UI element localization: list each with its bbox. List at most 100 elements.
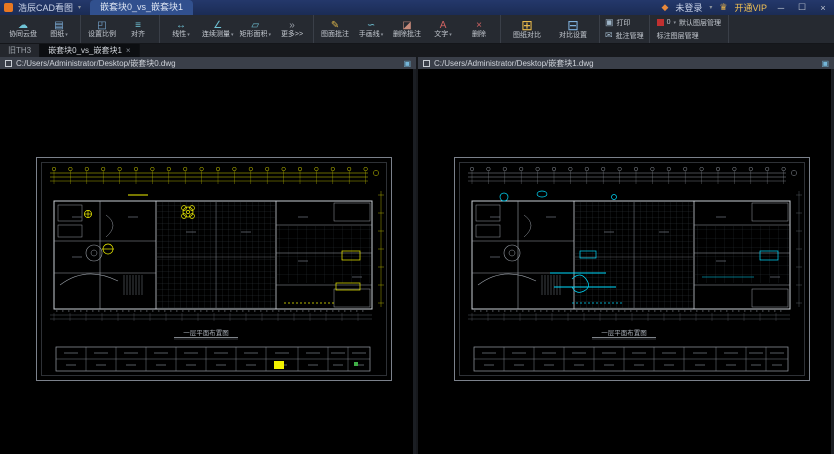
toolbar-button-label: 图面批注 bbox=[321, 31, 349, 39]
caret-down-icon: ▾ bbox=[65, 31, 68, 39]
default-layer-selector[interactable]: 0▾默认图层管理 bbox=[657, 18, 721, 28]
toolbar-button-measure[interactable]: ∠连续测量▾ bbox=[199, 15, 237, 43]
toolbar-group: ☁协同云盘▤图纸▾ bbox=[2, 15, 81, 43]
toolbar-button-text[interactable]: A文字▾ bbox=[425, 15, 461, 43]
toolbar-button-more[interactable]: »更多>> bbox=[274, 15, 310, 43]
text-icon: A bbox=[440, 20, 447, 31]
erase-icon: ◪ bbox=[402, 20, 411, 31]
open-vip-button[interactable]: 开通VIP bbox=[734, 1, 767, 14]
left-file-path: C:/Users/Administrator/Desktop/嵌套块0.dwg bbox=[16, 58, 176, 69]
minimize-button[interactable]: ─ bbox=[774, 3, 788, 13]
main-toolbar: ☁协同云盘▤图纸▾◰设置比例≡对齐↔线性▾∠连续测量▾▱矩形面积▾»更多>>✎图… bbox=[0, 15, 834, 44]
toolbar-button-label: 设置比例 bbox=[88, 31, 116, 39]
toolbar-button-cloud[interactable]: ☁协同云盘 bbox=[5, 15, 41, 43]
document-tab[interactable]: 旧TH3 bbox=[0, 44, 40, 57]
caret-down-icon: ▾ bbox=[269, 31, 272, 39]
login-label[interactable]: 未登录 bbox=[675, 1, 702, 14]
layer-manage-group: 0▾默认图层管理标注图层管理 bbox=[650, 15, 729, 43]
linear-dim-icon: ↔ bbox=[176, 20, 186, 31]
toolbar-button-scale[interactable]: ◰设置比例 bbox=[84, 15, 120, 43]
toolbar-button-label: 删除批注 bbox=[393, 31, 421, 39]
promo-icon[interactable]: ◆ bbox=[661, 2, 668, 13]
left-floor-plan: 一层平面布置图 bbox=[36, 157, 392, 381]
app-menu-caret[interactable]: ▾ bbox=[78, 4, 81, 11]
layer-number: 0 bbox=[667, 19, 671, 26]
vip-crown-icon: ♛ bbox=[719, 2, 727, 13]
panel-detach-icon[interactable]: ▣ bbox=[403, 59, 411, 68]
align-icon: ≡ bbox=[135, 20, 141, 31]
left-drawing-canvas[interactable]: 一层平面布置图 bbox=[0, 69, 416, 454]
floor-plan-drawing: 一层平面布置图 bbox=[454, 157, 810, 381]
close-button[interactable]: × bbox=[816, 3, 830, 13]
toolbar-button-label: 更多>> bbox=[281, 31, 303, 39]
titlebar-right: ◆ 未登录 ▾ ♛ 开通VIP ─ ☐ × bbox=[661, 1, 830, 14]
toolbar-button-label: 线性▾ bbox=[172, 31, 190, 39]
scale-icon: ◰ bbox=[97, 20, 106, 31]
caret-down-icon: ▾ bbox=[231, 31, 234, 39]
delete-icon: × bbox=[476, 20, 482, 31]
document-tabbar: 旧TH3 嵌套块0_vs_嵌套块1× bbox=[0, 44, 834, 57]
annotation-layer-manage[interactable]: 标注图层管理 bbox=[657, 31, 721, 41]
toolbar-button-label: 手画线▾ bbox=[359, 31, 384, 39]
toolbar-small-button-print[interactable]: ▣打印 bbox=[605, 18, 644, 28]
toolbar-button-delete[interactable]: ×删除 bbox=[461, 15, 497, 43]
panel-detach-icon[interactable]: ▣ bbox=[821, 59, 829, 68]
toolbar-group: ◰设置比例≡对齐 bbox=[81, 15, 160, 43]
notes-icon: ✉ bbox=[605, 31, 613, 40]
close-tab-icon[interactable]: × bbox=[126, 46, 131, 55]
default-layer-manage-label: 默认图层管理 bbox=[679, 18, 721, 28]
toolbar-button-annotate[interactable]: ✎图面批注 bbox=[317, 15, 353, 43]
app-logo-icon bbox=[4, 3, 13, 12]
caret-down-icon: ▾ bbox=[449, 31, 452, 39]
right-file-path: C:/Users/Administrator/Desktop/嵌套块1.dwg bbox=[434, 58, 594, 69]
toolbar-group: ↔线性▾∠连续测量▾▱矩形面积▾»更多>> bbox=[160, 15, 314, 43]
layer-color-swatch bbox=[657, 19, 664, 26]
login-caret[interactable]: ▾ bbox=[709, 4, 712, 11]
annotate-icon: ✎ bbox=[331, 20, 339, 31]
caret-down-icon: ▾ bbox=[673, 20, 676, 26]
cloud-icon: ☁ bbox=[18, 20, 28, 31]
toolbar-group: ⊞图纸对比⊟对比设置 bbox=[501, 15, 600, 43]
more-icon: » bbox=[289, 20, 295, 31]
compare-panels: C:/Users/Administrator/Desktop/嵌套块0.dwg … bbox=[0, 57, 834, 454]
toolbar-group: ▣打印 ✉批注管理 bbox=[600, 15, 650, 43]
toolbar-button-area[interactable]: ▱矩形面积▾ bbox=[237, 15, 275, 43]
toolbar-button-freehand[interactable]: ∽手画线▾ bbox=[353, 15, 389, 43]
document-tab-label: 旧TH3 bbox=[8, 45, 31, 56]
dwg-file-icon bbox=[423, 60, 430, 67]
maximize-button[interactable]: ☐ bbox=[795, 2, 809, 13]
caret-down-icon: ▾ bbox=[381, 31, 384, 39]
left-panel-header: C:/Users/Administrator/Desktop/嵌套块0.dwg … bbox=[0, 57, 416, 69]
svg-text:一层平面布置图: 一层平面布置图 bbox=[183, 328, 229, 337]
print-icon: ▣ bbox=[605, 18, 614, 27]
right-drawing-canvas[interactable]: 一层平面布置图 bbox=[418, 69, 834, 454]
toolbar-button-linear-dim[interactable]: ↔线性▾ bbox=[163, 15, 199, 43]
toolbar-button-sheet[interactable]: ▤图纸▾ bbox=[41, 15, 77, 43]
toolbar-button-label: 协同云盘 bbox=[9, 31, 37, 39]
compare-icon: ⊞ bbox=[521, 19, 533, 32]
toolbar-button-align[interactable]: ≡对齐 bbox=[120, 15, 156, 43]
caret-down-icon: ▾ bbox=[187, 31, 190, 39]
app-name: 浩辰CAD看图 bbox=[18, 1, 73, 14]
toolbar-button-compare-settings[interactable]: ⊟对比设置 bbox=[550, 15, 596, 43]
document-tab[interactable]: 嵌套块0_vs_嵌套块1× bbox=[40, 44, 139, 57]
toolbar-small-button-label: 批注管理 bbox=[616, 31, 644, 41]
toolbar-button-label: 文字▾ bbox=[434, 31, 452, 39]
area-icon: ▱ bbox=[251, 20, 259, 31]
toolbar-button-label: 矩形面积▾ bbox=[240, 31, 272, 39]
svg-text:一层平面布置图: 一层平面布置图 bbox=[601, 328, 647, 337]
toolbar-button-erase[interactable]: ◪删除批注 bbox=[389, 15, 425, 43]
compare-settings-icon: ⊟ bbox=[567, 19, 579, 32]
freehand-icon: ∽ bbox=[367, 20, 375, 31]
titlebar: 浩辰CAD看图 ▾ 嵌套块0_vs_嵌套块1 ◆ 未登录 ▾ ♛ 开通VIP ─… bbox=[0, 0, 834, 15]
toolbar-button-label: 图纸对比 bbox=[513, 32, 541, 40]
toolbar-small-button-label: 打印 bbox=[617, 18, 631, 28]
measure-icon: ∠ bbox=[213, 20, 222, 31]
left-scrollbar[interactable] bbox=[413, 69, 416, 454]
toolbar-button-label: 对齐 bbox=[131, 31, 145, 39]
toolbar-button-label: 删除 bbox=[472, 31, 486, 39]
titlebar-doc-tab[interactable]: 嵌套块0_vs_嵌套块1 bbox=[90, 0, 193, 15]
right-panel-header: C:/Users/Administrator/Desktop/嵌套块1.dwg … bbox=[418, 57, 834, 69]
toolbar-button-compare[interactable]: ⊞图纸对比 bbox=[504, 15, 550, 43]
toolbar-small-button-notes[interactable]: ✉批注管理 bbox=[605, 31, 644, 41]
